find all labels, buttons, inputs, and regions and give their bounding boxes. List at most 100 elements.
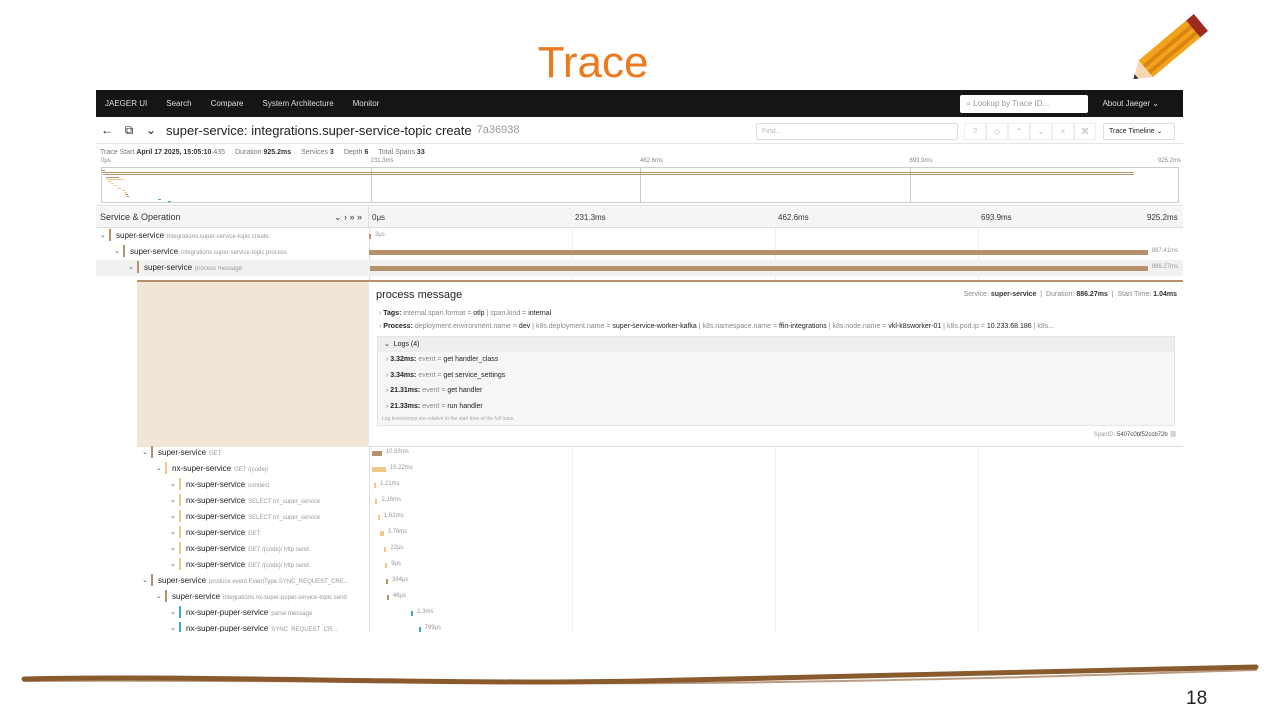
expand-chevron-icon[interactable]: ⌄	[114, 247, 120, 255]
span-label[interactable]: nx-super-puper-service SYNC_REQUEST_CR...	[186, 624, 337, 632]
expand-chevron-icon[interactable]: ⌄	[170, 528, 176, 536]
expand-chevron-icon[interactable]: ⌄	[100, 231, 106, 239]
span-bar[interactable]	[373, 483, 376, 488]
span-row[interactable]: ⌄ nx-super-service SELECT nx_super_service…	[96, 493, 1183, 509]
span-bar[interactable]	[375, 499, 378, 504]
span-row[interactable]: ⌄ nx-super-service GET /{code}/ http send 9…	[96, 557, 1183, 573]
service-color-bar	[165, 462, 167, 474]
span-label[interactable]: super-service GET	[158, 448, 221, 457]
logs-header[interactable]: ⌄ Logs (4)	[378, 337, 1174, 352]
span-bar[interactable]	[385, 563, 388, 568]
link-icon[interactable]: ⛓	[1169, 432, 1177, 438]
span-bar[interactable]	[372, 451, 382, 456]
brand-logo[interactable]: JAEGER UI	[105, 99, 147, 108]
span-bar[interactable]	[369, 250, 1148, 255]
span-label[interactable]: nx-super-service GET /{code}/	[172, 464, 268, 473]
span-label[interactable]: super-service integrations.super-service-…	[130, 247, 287, 256]
target-icon[interactable]: ◇	[986, 123, 1008, 140]
span-label[interactable]: nx-super-service connect	[186, 480, 269, 489]
detail-indent	[137, 280, 369, 447]
span-bar[interactable]	[372, 467, 386, 472]
span-duration: 384μs	[392, 577, 409, 583]
expand-chevron-icon[interactable]: ⌄	[170, 608, 176, 616]
expand-chevron-icon[interactable]: ⌄	[142, 448, 148, 456]
span-label[interactable]: nx-super-service SELECT nx_super_service	[186, 512, 320, 521]
log-entry[interactable]: › 21.31ms: event = get handler	[386, 387, 482, 394]
minimap-span	[117, 187, 122, 189]
span-row[interactable]: ⌄ nx-super-puper-service parse message 1.3m…	[96, 605, 1183, 621]
span-bar[interactable]	[411, 611, 414, 616]
external-link-icon[interactable]: ⧉	[118, 123, 140, 138]
help-icon[interactable]: ?	[964, 123, 986, 140]
clear-icon[interactable]: ×	[1052, 123, 1074, 140]
span-bar[interactable]	[418, 627, 421, 632]
log-key: event	[418, 371, 436, 379]
about-jaeger-menu[interactable]: About Jaeger ⌄	[1102, 99, 1159, 108]
kv-key: k8s...	[1037, 323, 1055, 330]
nav-monitor[interactable]: Monitor	[353, 99, 380, 108]
span-label[interactable]: super-service integrations.super-service-…	[116, 231, 269, 240]
span-row[interactable]: ⌄ nx-super-service connect 1.21ms	[96, 477, 1183, 493]
span-row[interactable]: ⌄ super-service GET 10.83ms	[96, 445, 1183, 461]
tags-row[interactable]: › Tags: internal.span.format = otlp | sp…	[379, 310, 551, 317]
span-bar[interactable]	[369, 266, 1148, 271]
span-label[interactable]: nx-super-puper-service parse message	[186, 608, 312, 617]
log-entry[interactable]: › 21.33ms: event = run handler	[386, 403, 483, 410]
nav-compare[interactable]: Compare	[211, 99, 244, 108]
expand-chevron-icon[interactable]: ⌄	[170, 480, 176, 488]
log-entry[interactable]: › 3.34ms: event = get service_settings	[386, 372, 505, 379]
span-row[interactable]: ⌄ super-service integrations.nx-super-pupe…	[96, 589, 1183, 605]
span-label[interactable]: nx-super-service GET /{code}/ http send	[186, 544, 309, 553]
prev-icon[interactable]: ⌃	[1008, 123, 1030, 140]
expand-chevron-icon[interactable]: ⌄	[170, 544, 176, 552]
back-arrow-icon[interactable]: ←	[96, 123, 118, 137]
expand-chevron-icon[interactable]: ⌄	[170, 560, 176, 568]
log-entry[interactable]: › 3.32ms: event = get handler_class	[386, 356, 498, 363]
log-key: event	[422, 387, 440, 394]
expand-chevron-icon[interactable]: ⌄	[142, 576, 148, 584]
span-bar[interactable]	[380, 531, 384, 536]
span-row[interactable]: ⌄ nx-super-puper-service SYNC_REQUEST_CR..…	[96, 621, 1183, 632]
span-row[interactable]: ⌄ nx-super-service GET /{code}/ 15.22ms	[96, 461, 1183, 477]
span-bar[interactable]	[386, 595, 389, 600]
minimap[interactable]: 0μs 231.3ms 462.6ms 693.9ms 925.2ms	[96, 158, 1183, 206]
log-key: event	[418, 356, 436, 363]
kv-value: otlp	[473, 310, 485, 317]
span-row[interactable]: ⌄ super-service produce event.EventType.SY…	[96, 573, 1183, 589]
expand-chevron-icon[interactable]: ⌄	[170, 624, 176, 632]
fullscreen-icon[interactable]: ⌘	[1074, 123, 1096, 140]
span-row[interactable]: ⌄ nx-super-service SELECT nx_super_service…	[96, 509, 1183, 525]
span-row[interactable]: ⌄ super-service integrations.super-service…	[96, 244, 1183, 260]
expand-chevron-icon[interactable]: ⌄	[156, 592, 162, 600]
span-row[interactable]: ⌄ nx-super-service GET 3.78ms	[96, 525, 1183, 541]
span-label[interactable]: nx-super-service GET /{code}/ http send	[186, 560, 309, 569]
find-input[interactable]: Find...	[756, 123, 958, 140]
span-label[interactable]: super-service integrations.nx-super-puper…	[172, 592, 347, 601]
view-select[interactable]: Trace Timeline ⌄	[1103, 123, 1175, 140]
span-label[interactable]: nx-super-service SELECT nx_super_service	[186, 496, 320, 505]
span-bar[interactable]	[384, 547, 387, 552]
span-bar[interactable]	[386, 579, 389, 584]
span-row[interactable]: ⌄ super-service process message 886.27ms	[96, 260, 1183, 276]
kv-value: vkl-k8sworker-01	[888, 323, 942, 330]
expand-chevron-icon[interactable]: ⌄	[128, 263, 134, 271]
collapse-controls-icon[interactable]: ⌄ › » »	[334, 212, 362, 223]
nav-search[interactable]: Search	[166, 99, 191, 108]
span-row[interactable]: ⌄ nx-super-service GET /{code}/ http send 2…	[96, 541, 1183, 557]
expand-chevron-icon[interactable]: ⌄	[156, 464, 162, 472]
expand-chevron-icon[interactable]: ⌄	[170, 496, 176, 504]
span-row[interactable]: ⌄ super-service integrations.super-service…	[96, 228, 1183, 244]
lookup-trace-input[interactable]: ⌕ Lookup by Trace ID...	[960, 94, 1089, 113]
logs-panel: ⌄ Logs (4) › 3.32ms: event = get handler…	[377, 336, 1175, 426]
span-service: nx-super-puper-service	[186, 624, 269, 632]
next-icon[interactable]: ⌄	[1030, 123, 1052, 140]
span-bar[interactable]	[369, 234, 371, 239]
chevron-down-icon[interactable]: ⌄	[140, 123, 162, 137]
span-label[interactable]: super-service produce event.EventType.SYN…	[158, 576, 349, 585]
nav-system-architecture[interactable]: System Architecture	[263, 99, 334, 108]
span-label[interactable]: nx-super-service GET	[186, 528, 260, 537]
process-row[interactable]: › Process: deployment.environment.name =…	[379, 323, 1054, 330]
span-bar[interactable]	[377, 515, 380, 520]
span-label[interactable]: super-service process message	[144, 263, 242, 272]
expand-chevron-icon[interactable]: ⌄	[170, 512, 176, 520]
